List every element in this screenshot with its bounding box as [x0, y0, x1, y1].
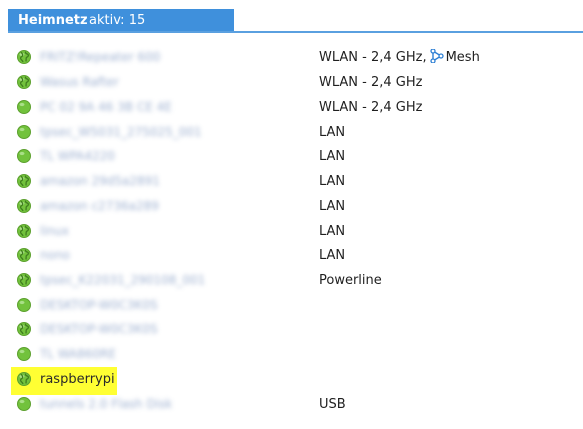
device-name[interactable]: Wasus Rafter	[40, 70, 119, 95]
globe-green-icon	[16, 223, 32, 239]
connection-type: LAN	[319, 120, 345, 145]
device-row[interactable]: DESKTOP-W0C3K0S	[0, 293, 583, 318]
connection-type: WLAN - 2,4 GHz	[319, 95, 422, 120]
globe-green-icon	[16, 74, 32, 90]
device-name[interactable]: tunnels 2.0 Flash Disk	[40, 392, 172, 417]
connection-type: LAN	[319, 144, 345, 169]
connection-type: USB	[319, 392, 346, 417]
globe-green-icon	[16, 49, 32, 65]
device-list: FRITZ!Repeater 600 WLAN - 2,4 GHz, Mesh Was…	[0, 0, 583, 429]
device-row[interactable]: TL WPA4220 LAN	[0, 144, 583, 169]
connection-type: Powerline	[319, 268, 382, 293]
device-name[interactable]: DESKTOP-W0C3K0S	[40, 317, 158, 342]
connection-label: LAN	[319, 174, 346, 189]
connection-type: WLAN - 2,4 GHz, Mesh	[319, 45, 480, 70]
connection-label: LAN	[319, 125, 346, 140]
connection-label: LAN	[319, 248, 346, 263]
globe-green-icon	[16, 321, 32, 337]
globe-green-icon	[16, 198, 32, 214]
device-name[interactable]: raspberrypi	[40, 367, 115, 392]
dot-green-icon	[16, 297, 32, 313]
device-name[interactable]: DESKTOP-W0C3K0S	[40, 293, 158, 318]
device-row[interactable]: linux LAN	[0, 219, 583, 244]
device-row[interactable]: DESKTOP-W0C3K0S	[0, 317, 583, 342]
connection-label: LAN	[319, 149, 346, 164]
device-row[interactable]: TL WA860RE	[0, 342, 583, 367]
connection-type: LAN	[319, 194, 345, 219]
device-row[interactable]: nono LAN	[0, 243, 583, 268]
device-row[interactable]: amazon 29d5a2891 LAN	[0, 169, 583, 194]
dot-green-icon	[16, 148, 32, 164]
device-name[interactable]: PC 02 9A 46 3B CE 4E	[40, 95, 172, 120]
device-row[interactable]: raspberrypi	[0, 367, 583, 395]
globe-green-icon	[16, 247, 32, 263]
device-row[interactable]: FRITZ!Repeater 600 WLAN - 2,4 GHz, Mesh	[0, 45, 583, 70]
mesh-icon	[429, 49, 444, 63]
device-row[interactable]: PC 02 9A 46 3B CE 4E WLAN - 2,4 GHz	[0, 95, 583, 120]
connection-label: WLAN - 2,4 GHz	[319, 100, 423, 115]
device-name[interactable]: linux	[40, 219, 69, 244]
connection-type: LAN	[319, 219, 345, 244]
device-row[interactable]: tpsec_W5031_275025_001 LAN	[0, 120, 583, 145]
device-name[interactable]: amazon 29d5a2891	[40, 169, 160, 194]
device-name[interactable]: tpsec_K22031_290108_001	[40, 268, 205, 293]
device-name[interactable]: amazon c2736a289	[40, 194, 159, 219]
connection-label: Powerline	[319, 273, 382, 288]
globe-green-icon	[16, 272, 32, 288]
device-row[interactable]: tpsec_K22031_290108_001 Powerline	[0, 268, 583, 293]
device-row[interactable]: amazon c2736a289 LAN	[0, 194, 583, 219]
dot-green-icon	[16, 99, 32, 115]
connection-type: LAN	[319, 243, 345, 268]
device-name[interactable]: tpsec_W5031_275025_001	[40, 120, 202, 145]
connection-label: USB	[319, 397, 346, 412]
device-name[interactable]: TL WA860RE	[40, 342, 116, 367]
connection-type: LAN	[319, 169, 345, 194]
device-row[interactable]: Wasus Rafter WLAN - 2,4 GHz	[0, 70, 583, 95]
device-row[interactable]: tunnels 2.0 Flash Disk USB	[0, 392, 583, 417]
device-name[interactable]: FRITZ!Repeater 600	[40, 45, 160, 70]
connection-label: WLAN - 2,4 GHz,	[319, 50, 427, 65]
dot-green-icon	[16, 124, 32, 140]
connection-label: LAN	[319, 199, 346, 214]
mesh-label: Mesh	[445, 50, 480, 65]
connection-label: LAN	[319, 224, 346, 239]
device-name[interactable]: nono	[40, 243, 70, 268]
globe-green-icon	[16, 173, 32, 189]
globe-green-icon	[16, 371, 32, 387]
device-name[interactable]: TL WPA4220	[40, 144, 115, 169]
dot-green-icon	[16, 396, 32, 412]
connection-label: WLAN - 2,4 GHz	[319, 75, 423, 90]
dot-green-icon	[16, 346, 32, 362]
connection-type: WLAN - 2,4 GHz	[319, 70, 422, 95]
